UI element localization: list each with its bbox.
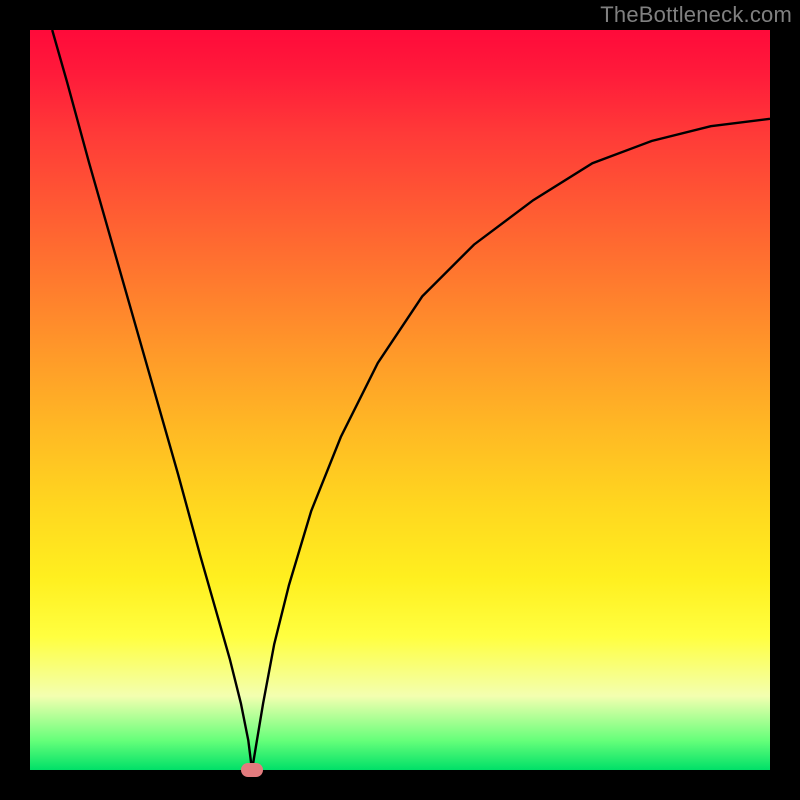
chart-frame: TheBottleneck.com <box>0 0 800 800</box>
plot-area <box>30 30 770 770</box>
watermark-text: TheBottleneck.com <box>600 2 792 28</box>
optimal-point-marker <box>241 763 263 777</box>
curve-svg <box>30 30 770 770</box>
bottleneck-curve <box>52 30 770 770</box>
